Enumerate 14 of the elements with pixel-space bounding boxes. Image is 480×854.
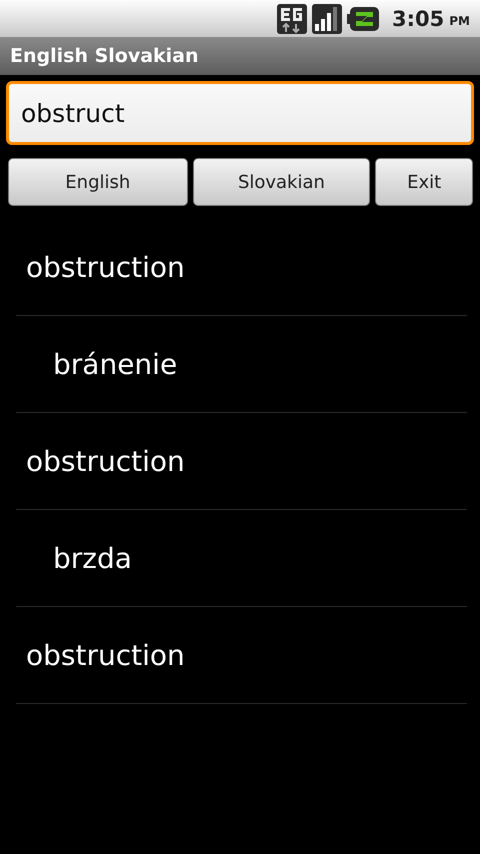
language-button[interactable]: Exit xyxy=(375,158,473,206)
language-button[interactable]: Slovakian xyxy=(192,158,370,206)
language-button[interactable]: English xyxy=(8,158,188,206)
battery-charging-icon xyxy=(347,6,380,30)
signal-icon xyxy=(312,4,342,34)
clock-meridiem: PM xyxy=(449,14,470,28)
result-item[interactable]: obstruction xyxy=(16,607,467,704)
search-field[interactable]: obstruct xyxy=(6,81,474,145)
result-item[interactable]: bránenie xyxy=(16,316,467,413)
result-item[interactable]: brzda xyxy=(16,510,467,607)
clock-time: 3:05 xyxy=(392,6,444,30)
result-item[interactable]: obstruction xyxy=(16,219,467,316)
app-title: English Slovakian xyxy=(10,45,199,67)
result-item[interactable]: obstruction xyxy=(16,413,467,510)
